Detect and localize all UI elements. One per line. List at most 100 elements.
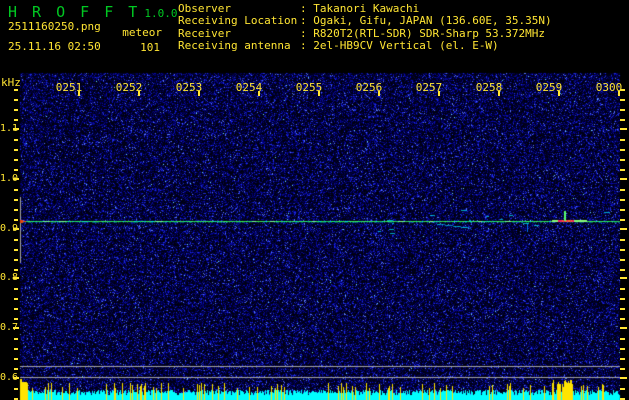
freq-minor-tick-right [620, 219, 625, 221]
freq-minor-tick-left [14, 109, 18, 111]
freq-label: 0.9 [0, 223, 19, 234]
freq-minor-tick-left [14, 259, 18, 261]
time-tick [318, 91, 320, 96]
freq-minor-tick-left [14, 189, 18, 191]
info-label: Receiving Location [178, 14, 298, 28]
freq-minor-tick-right [620, 99, 625, 101]
freq-major-tick-right [620, 178, 627, 180]
info-separator: : [300, 14, 314, 28]
freq-label: 0.6 [0, 372, 19, 383]
freq-minor-tick-left [14, 209, 18, 211]
time-tick [498, 91, 500, 96]
time-tick [378, 91, 380, 96]
freq-minor-tick-right [620, 348, 625, 350]
echo-count: 101 [140, 41, 160, 54]
freq-major-tick-right [620, 327, 627, 329]
freq-minor-tick-right [620, 249, 625, 251]
info-separator: : [300, 26, 314, 40]
freq-minor-tick-left [14, 269, 18, 271]
freq-minor-tick-left [14, 338, 18, 340]
time-tick [258, 91, 260, 96]
freq-major-tick-right [620, 128, 627, 130]
freq-minor-tick-left [14, 358, 18, 360]
freq-minor-tick-right [620, 189, 625, 191]
info-separator: : [300, 39, 314, 53]
freq-label: 1.1 [0, 123, 19, 134]
freq-minor-tick-right [620, 239, 625, 241]
freq-minor-tick-left [14, 348, 18, 350]
info-row: Receiving antenna: 2el-HB9CV Vertical (e… [178, 39, 552, 53]
freq-axis-unit: kHz [1, 76, 21, 89]
freq-minor-tick-right [620, 298, 625, 300]
freq-minor-tick-left [14, 298, 18, 300]
freq-label: 1.0 [0, 173, 19, 184]
freq-minor-tick-left [14, 99, 18, 101]
freq-minor-tick-left [14, 159, 18, 161]
freq-minor-tick-left [14, 249, 18, 251]
freq-minor-tick-left [14, 308, 18, 310]
freq-minor-tick-right [620, 368, 625, 370]
freq-minor-tick-left [14, 149, 18, 151]
freq-major-tick-right [620, 277, 627, 279]
freq-minor-tick-right [620, 269, 625, 271]
freq-minor-tick-right [620, 388, 625, 390]
info-value: Ogaki, Gifu, JAPAN (136.60E, 35.35N) [313, 14, 552, 28]
freq-minor-tick-left [14, 288, 18, 290]
freq-label: 0.7 [0, 322, 19, 333]
info-value: 2el-HB9CV Vertical (el. E-W) [313, 39, 499, 53]
freq-minor-tick-left [14, 318, 18, 320]
mode-label: meteor [122, 26, 162, 39]
freq-minor-tick-right [620, 288, 625, 290]
app-title-text: H R O F F T [8, 3, 141, 21]
freq-major-tick-left [13, 377, 19, 379]
freq-minor-tick-right [620, 209, 625, 211]
time-tick [78, 91, 80, 96]
freq-minor-tick-right [620, 318, 625, 320]
freq-major-tick-right [620, 377, 627, 379]
time-tick [198, 91, 200, 96]
time-tick [138, 91, 140, 96]
time-tick [618, 91, 620, 96]
freq-major-tick-left [13, 128, 19, 130]
time-tick [438, 91, 440, 96]
freq-minor-tick-left [14, 388, 18, 390]
info-value: Takanori Kawachi [313, 2, 420, 15]
freq-minor-tick-left [14, 219, 18, 221]
freq-minor-tick-right [620, 89, 625, 91]
freq-minor-tick-right [620, 139, 625, 141]
time-tick [558, 91, 560, 96]
app-version: 1.0.0 [144, 7, 178, 20]
freq-label: 0.8 [0, 272, 19, 283]
info-separator: : [300, 2, 314, 15]
freq-major-tick-left [13, 228, 19, 230]
freq-major-tick-right [620, 228, 627, 230]
freq-minor-tick-right [620, 119, 625, 121]
info-label: Receiving antenna [178, 39, 291, 53]
freq-minor-tick-right [620, 109, 625, 111]
filename-label: 2511160250.png [8, 20, 101, 33]
info-value: R820T2(RTL-SDR) SDR-Sharp 53.372MHz [313, 26, 546, 40]
freq-minor-tick-right [620, 358, 625, 360]
header-info: Observer: Takanori Kawachi Receiving Loca… [178, 2, 552, 53]
spectrogram-heatmap [0, 0, 629, 400]
freq-minor-tick-left [14, 89, 18, 91]
freq-minor-tick-right [620, 159, 625, 161]
freq-minor-tick-left [14, 199, 18, 201]
app-title: H R O F F T 1.0.0 [8, 2, 177, 21]
freq-minor-tick-left [14, 169, 18, 171]
datetime-label: 25.11.16 02:50 [8, 40, 101, 53]
freq-minor-tick-right [620, 338, 625, 340]
freq-minor-tick-right [620, 169, 625, 171]
freq-major-tick-left [13, 277, 19, 279]
freq-minor-tick-right [620, 199, 625, 201]
freq-major-tick-left [13, 178, 19, 180]
freq-minor-tick-right [620, 308, 625, 310]
freq-minor-tick-right [620, 149, 625, 151]
freq-minor-tick-left [14, 368, 18, 370]
freq-major-tick-left [13, 327, 19, 329]
hrofft-screen: H R O F F T 1.0.0 2511160250.png meteor 2… [0, 0, 629, 400]
freq-minor-tick-left [14, 119, 18, 121]
freq-minor-tick-left [14, 239, 18, 241]
freq-minor-tick-right [620, 259, 625, 261]
freq-minor-tick-left [14, 139, 18, 141]
